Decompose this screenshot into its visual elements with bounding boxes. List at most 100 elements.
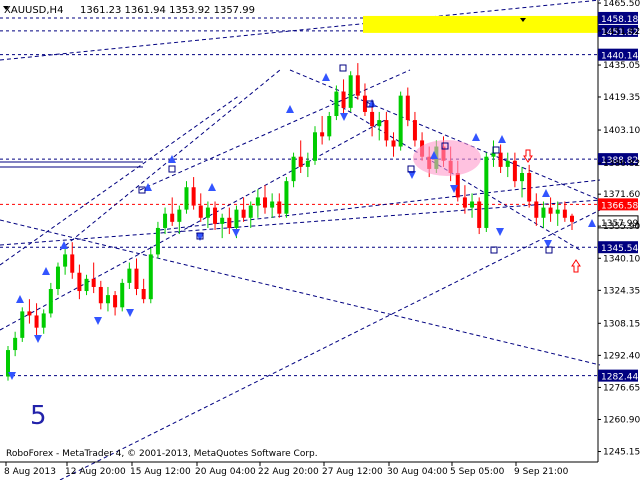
candle-body [405, 95, 410, 121]
candle-body [170, 213, 175, 222]
candle-body [284, 181, 289, 214]
y-tick-label: 1403.10 [603, 126, 640, 136]
y-tick-label: 1419.35 [603, 93, 640, 103]
candle-body [198, 205, 203, 218]
y-tick-label: 1371.60 [603, 190, 640, 200]
candle-body [541, 207, 546, 218]
x-tick-label: 8 Aug 2013 [4, 467, 56, 477]
candle-body [370, 111, 375, 127]
candle-body [177, 209, 182, 222]
candle-body [70, 254, 75, 273]
candle-body [184, 187, 189, 210]
y-tick-label: 1245.15 [603, 448, 640, 458]
copyright-text: RoboForex - MetaTrader 4, © 2001-2013, M… [6, 449, 318, 459]
candle-body [327, 116, 332, 137]
candle-body [13, 337, 18, 351]
x-tick-label: 5 Sep 05:00 [450, 467, 505, 477]
y-tick-label: 1435.05 [603, 61, 640, 71]
candle-body [520, 172, 525, 182]
x-tick-label: 15 Aug 12:00 [130, 467, 191, 477]
candle-body [127, 268, 132, 283]
candle-body [34, 315, 39, 328]
candle-body [191, 187, 196, 206]
x-tick-label: 9 Sep 21:00 [514, 467, 569, 477]
y-tick-label: 1308.15 [603, 319, 640, 329]
candle-body [63, 254, 68, 267]
candle-body [277, 201, 282, 214]
candle-body [384, 120, 389, 141]
candle-body [470, 201, 475, 208]
candle-body [98, 286, 103, 304]
candle-body [534, 201, 539, 218]
y-tick-label: 1465.50 [603, 0, 640, 9]
candle-body [255, 197, 260, 206]
candle-body [20, 311, 25, 338]
candle-body [570, 215, 574, 222]
candle-body [120, 282, 125, 308]
y-tick-label: 1276.65 [603, 383, 640, 393]
x-tick-label: 22 Aug 20:00 [258, 467, 319, 477]
candle-body [320, 132, 325, 137]
candle-body [305, 160, 310, 167]
wave-number-label: 5 [30, 401, 47, 431]
candle-body [527, 172, 532, 202]
candle-body [77, 272, 82, 292]
price-level-text: 1366.58 [601, 201, 638, 211]
y-tick-label: 1355.90 [603, 222, 640, 232]
candle-body [362, 95, 367, 112]
candle-body [498, 152, 503, 167]
x-tick-label: 27 Aug 12:00 [322, 467, 383, 477]
candle-body [220, 217, 225, 224]
candle-body [148, 254, 153, 300]
candle-body [84, 278, 89, 292]
candle-body [205, 207, 210, 218]
candle-body [477, 201, 482, 228]
candle-body [155, 227, 160, 255]
y-tick-label: 1451.82 [603, 27, 640, 37]
candle-body [341, 91, 346, 108]
candle-body [512, 160, 517, 182]
candle-body [484, 156, 489, 228]
candle-body [41, 313, 46, 328]
candle-body [113, 295, 118, 308]
candle-body [505, 160, 510, 167]
candle-body [312, 132, 317, 161]
y-tick-label: 1386.82 [603, 159, 640, 169]
y-tick-label: 1340.10 [603, 254, 640, 264]
x-tick-label: 30 Aug 04:00 [387, 467, 448, 477]
candle-body [377, 120, 382, 127]
highlight-ellipse [413, 140, 481, 176]
y-tick-label: 1260.90 [603, 415, 640, 425]
candle-body [55, 266, 60, 290]
x-tick-label: 12 Aug 20:00 [65, 467, 126, 477]
price-level-text: 1458.18 [601, 15, 638, 25]
candle-body [298, 156, 303, 167]
candle-body [291, 156, 296, 182]
candle-body [562, 209, 567, 218]
candle-body [391, 140, 396, 147]
candle-body [248, 205, 253, 218]
candle-body [163, 213, 168, 228]
price-chart[interactable]: 1458.18 1451.82 1440.14 1388.82 1366.58 1345.… [0, 0, 640, 481]
symbol-label: XAUUSD,H4 [4, 5, 63, 16]
candle-body [548, 207, 553, 214]
candle-body [355, 75, 360, 96]
candle-body [27, 311, 32, 316]
x-tick-label: 20 Aug 04:00 [195, 467, 256, 477]
candle-body [348, 75, 353, 108]
candle-body [105, 295, 110, 304]
candle-body [134, 268, 139, 290]
candle-body [398, 95, 403, 147]
candle-body [213, 207, 218, 224]
candle-body [334, 91, 339, 117]
ohlc-values: 1361.23 1361.94 1353.92 1357.99 [80, 5, 255, 16]
target-zone-highlight [363, 15, 598, 33]
candle-body [263, 197, 268, 208]
candle-body [555, 209, 560, 214]
candle-body [462, 197, 467, 208]
y-tick-label: 1324.35 [603, 286, 640, 296]
chart-canvas: 1458.181451.821440.141388.821366.581345.… [0, 0, 640, 481]
candle-body [48, 289, 53, 314]
y-tick-label: 1292.40 [603, 351, 640, 361]
candle-body [91, 278, 96, 287]
